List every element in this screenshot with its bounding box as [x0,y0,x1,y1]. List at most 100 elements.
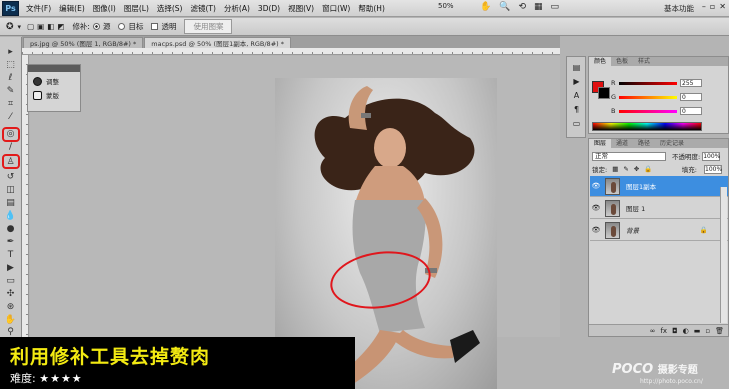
green-value-input[interactable]: 0 [680,93,702,101]
adjustment-layer-icon[interactable]: ◐ [683,325,689,336]
tab-history[interactable]: 历史记录 [655,139,689,148]
menu-select[interactable]: 选择(S) [153,3,187,14]
actions-panel-icon[interactable]: ▶ [571,77,582,86]
tab-swatches[interactable]: 色板 [611,57,633,66]
shape-tool-icon[interactable]: ▭ [3,276,18,287]
mini-panel-header[interactable] [28,65,80,72]
eye-icon[interactable]: 👁 [591,226,601,234]
eye-icon[interactable]: 👁 [591,182,601,190]
marquee-tool-icon[interactable]: ⬚ [3,60,18,71]
3d-orbit-tool-icon[interactable]: ⊛ [3,302,18,313]
menu-window[interactable]: 窗口(W) [318,3,354,14]
quick-selection-tool-icon[interactable]: ✎ [3,86,18,97]
blur-tool-icon[interactable]: 💧 [3,211,18,222]
menu-view[interactable]: 视图(V) [284,3,318,14]
layer-style-icon[interactable]: fx [660,325,667,336]
pen-tool-icon[interactable]: ✒ [3,237,18,248]
opacity-input[interactable]: 100% [702,151,720,161]
menu-edit[interactable]: 编辑(E) [55,3,89,14]
lock-position-icon[interactable]: ✥ [634,165,639,173]
layer-row-copy[interactable]: 👁 图层1副本 [590,176,728,197]
trash-icon[interactable]: 🗑 [715,325,724,336]
target-radio[interactable] [118,23,126,30]
red-slider[interactable] [619,81,677,85]
tab-channels[interactable]: 通道 [611,139,633,148]
lock-pixels-icon[interactable]: ✎ [623,165,628,173]
menu-image[interactable]: 图像(I) [89,3,120,14]
fill-label: 填充: [681,166,697,174]
workspace-switcher[interactable]: 基本功能 [664,3,694,14]
history-panel-icon[interactable]: ▤ [571,63,582,72]
zoom-icon[interactable]: 🔍 [499,2,510,12]
history-brush-tool-icon[interactable]: ↺ [3,172,18,183]
lock-transparency-icon[interactable]: ▦ [612,165,618,173]
path-selection-tool-icon[interactable]: ▶ [3,263,18,274]
tab-paths[interactable]: 路径 [633,139,655,148]
brush-tool-icon[interactable]: / [3,142,18,153]
masks-item[interactable]: 蒙版 [28,86,80,100]
gradient-tool-icon[interactable]: ▤ [3,198,18,209]
use-pattern-button[interactable]: 使用图案 [184,19,233,34]
layer-row-background[interactable]: 👁 背景 🔒 [590,220,728,241]
blue-value-input[interactable]: 0 [680,107,702,115]
red-value-input[interactable]: 255 [680,79,702,87]
close-icon[interactable]: ✕ [719,2,726,11]
layers-scrollbar[interactable] [720,187,727,323]
menu-help[interactable]: 帮助(H) [354,3,389,14]
menu-analysis[interactable]: 分析(A) [220,3,254,14]
new-layer-icon[interactable]: ▫ [705,325,710,336]
source-radio[interactable] [92,23,100,30]
hand-tool-icon[interactable]: ✋ [3,315,18,326]
selection-new-icon[interactable]: ▢ [27,22,34,31]
type-tool-icon[interactable]: T [3,250,18,261]
3d-rotate-tool-icon[interactable]: ✣ [3,289,18,300]
move-tool-icon[interactable]: ▸ [3,47,18,58]
tool-presets-panel-icon[interactable]: ▭ [571,119,582,128]
canvas-area[interactable] [30,56,560,389]
layer-row-1[interactable]: 👁 图层 1 [590,198,728,219]
patch-tool-preset-icon[interactable]: ✪ [6,22,14,32]
document-tab-1[interactable]: ps.jpg @ 50% (图层 1, RGB/8#) * [23,37,144,48]
hand-icon[interactable]: ✋ [480,2,491,12]
arrange-documents-icon[interactable]: ▦ [534,2,543,12]
menu-3d[interactable]: 3D(D) [254,4,284,13]
blend-mode-select[interactable]: 正常 [592,151,666,161]
minimize-icon[interactable]: – [702,2,706,11]
screen-mode-icon[interactable]: ▭ [551,2,560,12]
selection-intersect-icon[interactable]: ◩ [57,22,64,31]
tab-styles[interactable]: 样式 [633,57,655,66]
poco-brand: POCO [612,362,654,377]
zoom-level[interactable]: 50% [438,2,454,10]
transparent-checkbox[interactable] [151,23,159,30]
color-spectrum-bar[interactable] [592,122,702,131]
selection-add-icon[interactable]: ▣ [37,22,44,31]
eraser-tool-icon[interactable]: ◫ [3,185,18,196]
selection-subtract-icon[interactable]: ◧ [47,22,54,31]
menu-filter[interactable]: 滤镜(T) [187,3,220,14]
tab-layers[interactable]: 图层 [589,139,612,148]
maximize-icon[interactable]: ▫ [710,2,715,11]
add-mask-icon[interactable]: ◘ [672,325,678,336]
green-slider[interactable] [619,95,677,99]
adjustments-item[interactable]: 调整 [28,72,80,86]
group-icon[interactable]: ▬ [694,325,701,336]
background-color-swatch[interactable] [598,87,610,99]
paragraph-panel-icon[interactable]: ¶ [571,105,582,114]
menu-file[interactable]: 文件(F) [22,3,55,14]
tab-color[interactable]: 颜色 [589,57,612,66]
lasso-tool-icon[interactable]: ℓ [3,73,18,84]
eyedropper-tool-icon[interactable]: ⁄ [3,112,18,123]
eye-icon[interactable]: 👁 [591,204,601,212]
poco-url: http://photo.poco.cn/ [640,378,703,385]
link-layers-icon[interactable]: ∞ [650,325,656,336]
dodge-tool-icon[interactable]: ● [3,224,18,235]
chevron-down-icon[interactable]: ▾ [18,23,22,31]
blue-slider[interactable] [619,109,677,113]
fill-input[interactable]: 100% [704,164,722,174]
document-tab-2[interactable]: macps.psd @ 50% (图层1副本, RGB/8#) * [144,37,291,48]
rotate-view-icon[interactable]: ⟲ [518,2,526,12]
lock-all-icon[interactable]: 🔒 [644,165,652,173]
menu-layer[interactable]: 图层(L) [120,3,153,14]
crop-tool-icon[interactable]: ⌗ [3,99,18,110]
character-panel-icon[interactable]: A [571,91,582,100]
